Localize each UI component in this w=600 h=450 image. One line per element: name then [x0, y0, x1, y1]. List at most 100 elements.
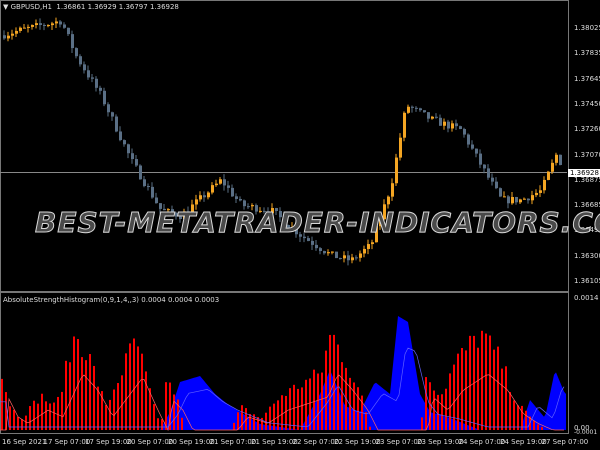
- candle: [239, 198, 242, 201]
- candle: [355, 257, 358, 259]
- candle: [35, 23, 38, 26]
- red-histogram-bar: [513, 400, 515, 430]
- red-histogram-bar: [517, 405, 519, 430]
- candle: [311, 240, 314, 245]
- candle: [331, 251, 334, 253]
- candle: [11, 33, 14, 36]
- candle: [467, 134, 470, 145]
- menu-triangle-icon[interactable]: ▼: [3, 3, 11, 11]
- ohlc-values: 1.36861 1.36929 1.36797 1.36928: [56, 3, 179, 11]
- red-histogram-bar: [421, 417, 423, 430]
- candle: [539, 190, 542, 193]
- candle: [51, 23, 54, 26]
- red-histogram-bar: [237, 412, 239, 430]
- candle: [503, 196, 506, 198]
- red-histogram-bar: [453, 364, 455, 430]
- red-histogram-bar: [21, 419, 23, 430]
- red-histogram-bar: [437, 394, 439, 430]
- candle: [151, 186, 154, 198]
- candle: [75, 48, 78, 57]
- candle: [99, 87, 102, 91]
- candle: [371, 242, 374, 245]
- red-histogram-bar: [485, 333, 487, 430]
- price-tick: 1.37645: [574, 74, 600, 83]
- candle: [523, 198, 526, 200]
- red-histogram-bar: [329, 334, 331, 430]
- candle: [95, 78, 98, 88]
- candle: [207, 192, 210, 198]
- red-histogram-bar: [269, 406, 271, 430]
- candle: [7, 35, 10, 39]
- red-histogram-bar: [81, 357, 83, 430]
- candle: [507, 196, 510, 204]
- red-histogram-bar: [33, 400, 35, 430]
- candle: [195, 199, 198, 205]
- candle: [367, 244, 370, 249]
- candle: [439, 117, 442, 126]
- candle: [347, 255, 350, 261]
- time-tick: 27 Sep 07:00: [541, 438, 589, 446]
- candle: [427, 112, 430, 119]
- candle: [47, 25, 50, 27]
- candle: [431, 116, 434, 119]
- red-histogram-bar: [321, 372, 323, 430]
- red-histogram-bar: [441, 394, 443, 430]
- candle: [455, 123, 458, 127]
- candle: [475, 148, 478, 154]
- red-histogram-bar: [489, 335, 491, 430]
- candle: [111, 112, 114, 117]
- candle: [419, 108, 422, 111]
- candle: [83, 64, 86, 71]
- candle: [335, 251, 338, 259]
- red-histogram-bar: [537, 424, 539, 430]
- red-histogram-bar: [293, 384, 295, 430]
- red-histogram-bar: [53, 402, 55, 430]
- candle: [339, 258, 342, 260]
- candle: [131, 153, 134, 160]
- candle: [31, 25, 34, 27]
- red-histogram-bar: [109, 399, 111, 430]
- red-histogram-bar: [121, 375, 123, 430]
- red-histogram-bar: [533, 420, 535, 430]
- candle: [543, 179, 546, 191]
- red-histogram-bar: [133, 338, 135, 430]
- red-histogram-bar: [41, 393, 43, 430]
- candle: [211, 185, 214, 193]
- candle: [451, 123, 454, 129]
- red-histogram-bar: [141, 353, 143, 430]
- red-histogram-bar: [29, 406, 31, 430]
- red-histogram-bar: [325, 350, 327, 430]
- time-tick: 21 Sep 07:00: [209, 438, 257, 446]
- red-histogram-bar: [17, 416, 19, 430]
- time-tick: 22 Sep 19:00: [334, 438, 381, 446]
- red-histogram-bar: [501, 368, 503, 430]
- red-histogram-bar: [465, 350, 467, 430]
- candle: [551, 162, 554, 172]
- red-histogram-bar: [249, 413, 251, 430]
- red-histogram-bar: [273, 403, 275, 430]
- time-tick: 16 Sep 2021: [2, 438, 47, 446]
- time-tick: 17 Sep 07:00: [43, 438, 91, 446]
- candle: [351, 257, 354, 261]
- red-histogram-bar: [241, 405, 243, 430]
- candle: [219, 179, 222, 184]
- candle: [39, 23, 42, 25]
- candle: [59, 21, 62, 25]
- candle: [203, 195, 206, 198]
- candle: [127, 144, 130, 154]
- red-histogram-bar: [305, 379, 307, 430]
- candle: [155, 197, 158, 204]
- red-histogram-bar: [449, 373, 451, 430]
- candle: [71, 34, 74, 49]
- candle: [407, 106, 410, 113]
- red-histogram-bar: [505, 366, 507, 430]
- red-histogram-bar: [61, 391, 63, 430]
- candle: [403, 112, 406, 138]
- current-price-label: 1.36928: [568, 169, 600, 177]
- indicator-label: AbsoluteStrengthHistogram(0,9,1,4,,3) 0.…: [3, 296, 220, 304]
- red-histogram-bar: [509, 392, 511, 430]
- red-histogram-bar: [9, 406, 11, 430]
- red-histogram-bar: [165, 382, 167, 430]
- candle: [343, 255, 346, 259]
- red-histogram-bar: [521, 405, 523, 430]
